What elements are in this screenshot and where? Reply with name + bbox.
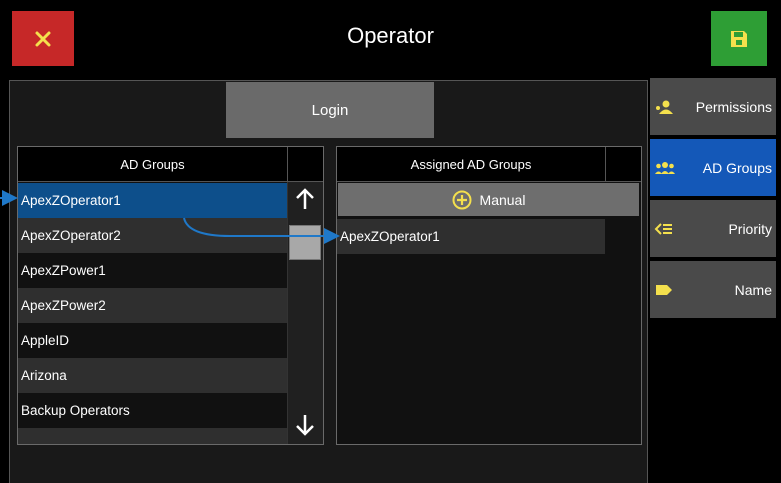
group-icon: [655, 161, 675, 174]
ad-groups-header-corner: [287, 147, 323, 182]
list-item[interactable]: ApexZOperator1: [18, 183, 287, 218]
scroll-thumb[interactable]: [289, 225, 321, 260]
tag-icon: [656, 284, 672, 295]
scroll-up-button[interactable]: [289, 184, 321, 214]
tab-ad-groups[interactable]: AD Groups: [650, 139, 776, 196]
save-button[interactable]: [711, 11, 767, 66]
save-icon: [731, 30, 747, 47]
scrollbar[interactable]: [287, 182, 323, 444]
list-item[interactable]: ApexZPower2: [18, 288, 287, 323]
assigned-list-item[interactable]: ApexZOperator1: [337, 219, 605, 254]
plus-circle-icon: [452, 190, 472, 209]
page-title: Operator: [347, 23, 434, 48]
tab-label: AD Groups: [702, 159, 772, 176]
assigned-groups-header: Assigned AD Groups: [337, 147, 605, 182]
list-item[interactable]: AppleID: [18, 323, 287, 358]
list-item[interactable]: Arizona: [18, 358, 287, 393]
priority-icon: [654, 222, 672, 235]
list-item-partial[interactable]: [18, 428, 287, 444]
ad-groups-header: AD Groups: [18, 147, 287, 182]
tab-permissions[interactable]: Permissions: [650, 78, 776, 135]
tab-label: Priority: [728, 220, 772, 237]
list-item[interactable]: ApexZOperator2: [18, 218, 287, 253]
arrow-up-icon: [296, 188, 314, 209]
manual-add-button[interactable]: Manual: [338, 183, 639, 216]
tab-name[interactable]: Name: [650, 261, 776, 318]
assigned-groups-header-corner: [605, 147, 641, 182]
scroll-down-button[interactable]: [289, 410, 321, 440]
manual-label: Manual: [479, 191, 526, 208]
permissions-icon: [656, 100, 673, 114]
tab-label: Permissions: [695, 98, 772, 115]
tab-priority[interactable]: Priority: [650, 200, 776, 257]
arrow-down-icon: [296, 415, 314, 436]
list-item[interactable]: ApexZPower1: [18, 253, 287, 288]
tab-label: Name: [734, 281, 772, 298]
login-button[interactable]: Login: [226, 82, 434, 138]
list-item[interactable]: Backup Operators: [18, 393, 287, 428]
